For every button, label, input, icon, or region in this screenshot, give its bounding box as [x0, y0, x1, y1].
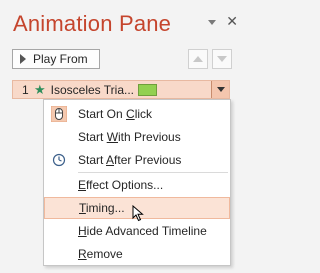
menu-item-label: Remove — [78, 247, 123, 261]
menu-item-start-on-click[interactable]: Start On Click — [44, 103, 230, 125]
animation-list-item[interactable]: 1 ★ Isosceles Tria... — [12, 80, 230, 99]
menu-item-timing[interactable]: Timing... — [44, 197, 230, 222]
menu-item-effect-options[interactable]: Effect Options... — [44, 174, 230, 196]
menu-item-label: Start With Previous — [78, 130, 181, 144]
pane-title: Animation Pane — [13, 11, 172, 36]
menu-item-hide-advanced-timeline[interactable]: Hide Advanced Timeline — [44, 220, 230, 242]
task-pane-options-icon[interactable] — [208, 19, 217, 25]
close-icon[interactable]: ✕ — [226, 14, 238, 28]
menu-separator — [78, 172, 228, 173]
arrow-up-icon — [193, 56, 203, 62]
play-icon — [20, 54, 26, 64]
menu-item-label: Effect Options... — [78, 178, 164, 192]
menu-item-label: Start After Previous — [78, 153, 182, 167]
star-icon: ★ — [34, 81, 46, 97]
chevron-down-icon — [216, 87, 225, 92]
menu-item-remove[interactable]: Remove — [44, 243, 230, 265]
pane-controls: ✕ — [208, 14, 238, 28]
menu-item-start-with-previous[interactable]: Start With Previous — [44, 126, 230, 148]
menu-item-label: Hide Advanced Timeline — [78, 224, 207, 238]
animation-dropdown-button[interactable] — [211, 81, 229, 98]
arrow-down-icon — [217, 56, 227, 62]
animation-name: Isosceles Tria... — [50, 82, 133, 97]
clock-icon — [52, 153, 66, 167]
timeline-bar[interactable] — [137, 83, 157, 96]
play-from-label: Play From — [33, 52, 88, 66]
mouse-click-icon — [51, 106, 67, 122]
menu-item-start-after-previous[interactable]: Start After Previous — [44, 149, 230, 171]
play-from-button[interactable]: Play From — [12, 49, 100, 69]
menu-item-label: Timing... — [79, 201, 125, 215]
animation-order-number: 1 — [22, 82, 29, 97]
move-up-button[interactable] — [188, 49, 208, 69]
menu-item-label: Start On Click — [78, 107, 153, 121]
context-menu: Start On Click Start With Previous Start… — [43, 99, 231, 266]
move-down-button[interactable] — [212, 49, 232, 69]
